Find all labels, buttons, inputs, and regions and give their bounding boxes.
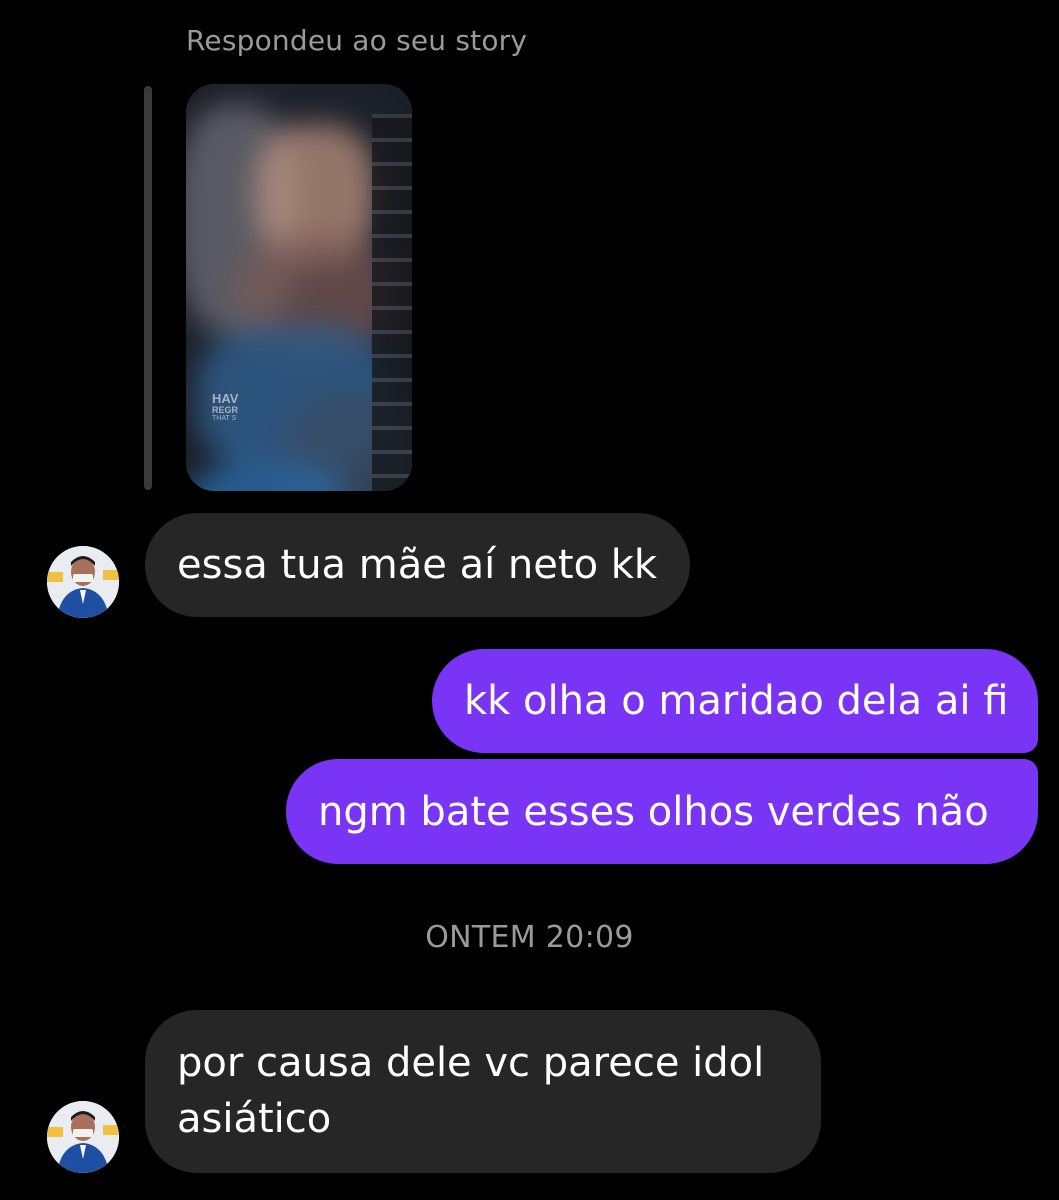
- message-bubble-outgoing[interactable]: ngm bate esses olhos verdes não: [286, 759, 1038, 864]
- chat-thread: Respondeu ao seu story HAV REGR THAT S e…: [0, 0, 1059, 1200]
- contact-avatar[interactable]: [47, 546, 119, 618]
- message-bubble-outgoing[interactable]: kk olha o maridao dela ai fi: [432, 649, 1038, 753]
- story-reply-label: Respondeu ao seu story: [186, 24, 528, 57]
- story-thumbnail[interactable]: HAV REGR THAT S: [186, 84, 412, 491]
- avatar-icon: [47, 1101, 119, 1173]
- contact-avatar[interactable]: [47, 1101, 119, 1173]
- message-bubble-incoming[interactable]: por causa dele vc parece idol asiático: [145, 1010, 821, 1173]
- reply-quote-bar: [144, 86, 152, 490]
- message-timestamp: ONTEM 20:09: [425, 920, 634, 955]
- story-thumbnail-background-stripes: [372, 114, 412, 491]
- story-thumbnail-text: HAV REGR THAT S: [212, 391, 239, 423]
- avatar-icon: [47, 546, 119, 618]
- message-bubble-incoming[interactable]: essa tua mãe aí neto kk: [145, 513, 690, 617]
